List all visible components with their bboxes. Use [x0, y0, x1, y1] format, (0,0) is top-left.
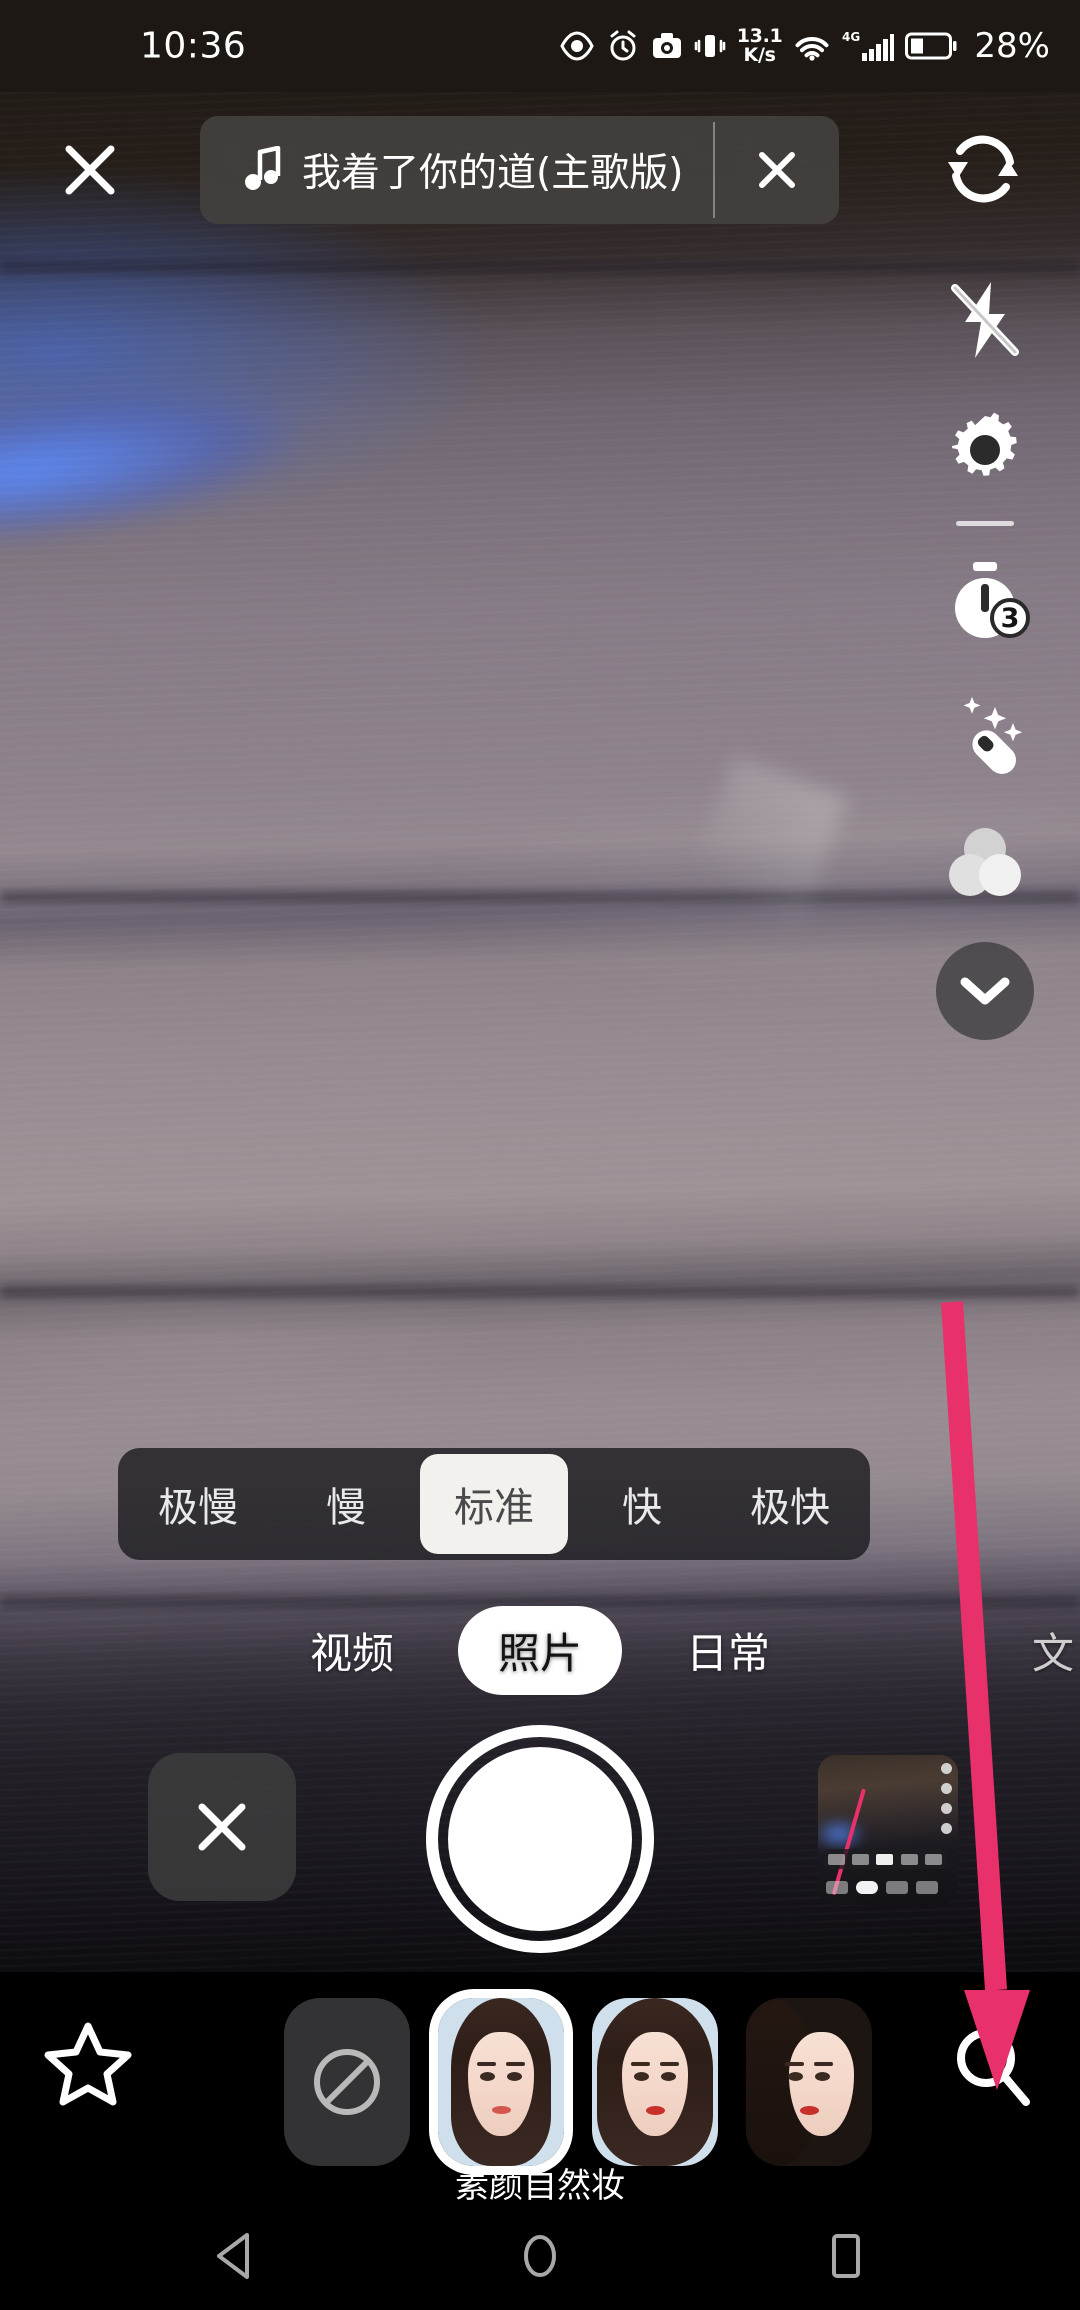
face-preview [746, 1998, 872, 2166]
effects-bar: 素颜自然妆 [0, 1972, 1080, 2206]
search-effects-button[interactable] [932, 2006, 1052, 2126]
wifi-icon [795, 37, 829, 61]
status-time: 10:36 [140, 25, 247, 67]
back-triangle-icon [217, 2233, 249, 2279]
mode-tab-daily[interactable]: 日常 [664, 1606, 792, 1695]
face-preview [438, 1998, 564, 2166]
screenshot-icon [652, 33, 681, 58]
wall-seam [0, 1287, 1080, 1297]
beauty-button[interactable] [920, 666, 1050, 796]
thumbnail-speed-bar [824, 1849, 946, 1869]
close-icon [759, 152, 796, 188]
wall-highlight [672, 756, 848, 968]
nav-back-button[interactable] [179, 2202, 289, 2310]
music-selector-pill[interactable]: 我着了你的道(主歌版) [200, 116, 840, 224]
thumbnail-tool-rail [941, 1763, 952, 1834]
collapse-tools-button[interactable] [936, 942, 1034, 1040]
no-filter-icon [314, 2049, 380, 2115]
clear-music-button[interactable] [715, 116, 839, 224]
camera-flip-icon [948, 135, 1018, 203]
wall-seam [0, 892, 1080, 902]
android-nav-bar [0, 2202, 1080, 2310]
tool-rail-divider [956, 521, 1014, 526]
close-icon [198, 1803, 246, 1851]
filters-icon [949, 828, 1021, 896]
speed-option-4[interactable]: 极快 [716, 1454, 864, 1554]
search-icon [957, 2029, 1030, 2106]
camera-top-bar: 我着了你的道(主歌版) [0, 92, 1080, 252]
nav-home-button[interactable] [485, 2202, 595, 2310]
home-circle-icon [524, 2235, 556, 2277]
star-icon [44, 2022, 132, 2106]
effect-thumb-2[interactable] [592, 1998, 718, 2166]
speed-option-0[interactable]: 极慢 [124, 1454, 272, 1554]
effect-thumb-1[interactable] [438, 1998, 564, 2166]
shutter-button[interactable] [426, 1725, 654, 1953]
signal-icon: 4G [842, 30, 895, 61]
chevron-down-icon [960, 977, 1010, 1005]
close-camera-button[interactable] [38, 118, 142, 222]
close-icon [65, 145, 115, 195]
mode-tab-video[interactable]: 视频 [288, 1606, 416, 1695]
cancel-capture-button[interactable] [148, 1753, 296, 1901]
alarm-icon [610, 30, 636, 61]
shutter-inner [448, 1747, 632, 1931]
filters-button[interactable] [920, 796, 1050, 926]
wall-seam [0, 262, 1080, 272]
effects-list [284, 1998, 872, 2166]
flash-off-icon [951, 282, 1019, 358]
capture-controls [0, 1725, 1080, 1975]
blue-light-streak [0, 369, 298, 545]
music-title: 我着了你的道(主歌版) [302, 151, 684, 196]
speed-option-1[interactable]: 慢 [272, 1454, 420, 1554]
svg-text:4G: 4G [842, 30, 860, 44]
thumbnail-blue-light [818, 1817, 866, 1851]
thumbnail-mode-bar [826, 1877, 944, 1897]
network-speed: 13.1 K/s [737, 27, 783, 65]
effect-thumb-3[interactable] [746, 1998, 872, 2166]
network-speed-unit: K/s [743, 44, 776, 66]
settings-gear-icon [952, 412, 1017, 476]
effect-none-button[interactable] [284, 1998, 410, 2166]
nav-recents-button[interactable] [791, 2202, 901, 2310]
speed-option-3[interactable]: 快 [568, 1454, 716, 1554]
eye-care-icon [560, 31, 594, 61]
phone-screen: 10:36 13.1 K/s 4G 28% 我着了你的道(主歌版) 3 极慢 慢… [0, 0, 1080, 2310]
battery-percent: 28% [974, 26, 1050, 66]
last-capture-thumbnail[interactable] [818, 1755, 958, 1905]
music-info[interactable]: 我着了你的道(主歌版) [200, 116, 713, 224]
mode-tab-text[interactable]: 文 [1032, 1606, 1080, 1695]
beauty-wand-icon [963, 697, 1023, 774]
status-bar: 10:36 13.1 K/s 4G 28% [0, 0, 1080, 92]
speed-option-2[interactable]: 标准 [420, 1454, 568, 1554]
face-preview [592, 1998, 718, 2166]
speed-selector: 极慢 慢 标准 快 极快 [118, 1448, 870, 1560]
camera-settings-button[interactable] [920, 385, 1050, 515]
vibrate-icon [694, 35, 726, 57]
camera-tool-rail: 3 [920, 255, 1050, 1040]
flip-camera-button[interactable] [928, 114, 1038, 224]
capture-mode-tabs: 视频 照片 日常 文 [0, 1606, 1080, 1695]
favorites-button[interactable] [28, 2006, 148, 2126]
timer-button[interactable]: 3 [920, 536, 1050, 666]
timer-badge: 3 [990, 598, 1030, 638]
selected-effect-label: 素颜自然妆 [455, 2166, 625, 2206]
battery-icon [905, 32, 957, 60]
recents-square-icon [832, 2234, 860, 2278]
flash-toggle-button[interactable] [920, 255, 1050, 385]
music-note-icon [245, 146, 281, 190]
status-icons: 13.1 K/s 4G 28% [559, 26, 1050, 66]
mode-tab-photo[interactable]: 照片 [457, 1606, 622, 1695]
